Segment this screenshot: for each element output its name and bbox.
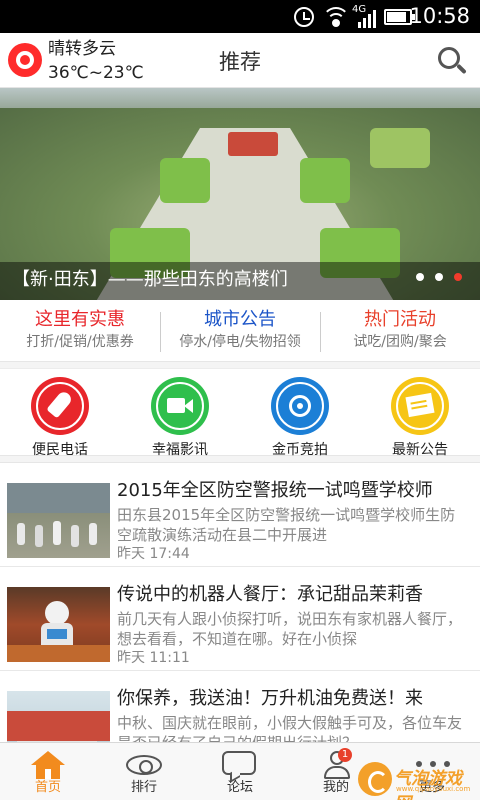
search-button[interactable] [434, 43, 470, 79]
eye-icon [126, 755, 162, 775]
news-summary: 田东县2015年全区防空警报统一试鸣暨学校师生防空疏散演练活动在县二中开展进 [117, 506, 456, 544]
quick-link-auction[interactable]: 金币竞拍 [240, 377, 360, 459]
promo-subtitle: 试吃/团购/聚会 [353, 334, 447, 350]
status-time: 10:58 [409, 4, 470, 28]
news-item[interactable]: 传说中的机器人餐厅：承记甜品茉莉香 前几天有人跟小侦探打听，说田东有家机器人餐厅… [0, 567, 480, 671]
quick-link-notices[interactable]: 最新公告 [360, 377, 480, 459]
status-bar: 4G 10:58 [0, 0, 480, 33]
watermark-icon [358, 762, 392, 796]
banner-pagination [410, 266, 462, 285]
quick-links: 便民电话 幸福影讯 金币竞拍 最新公告 [0, 368, 480, 459]
promo-title: 热门活动 [364, 309, 436, 330]
notice-icon [391, 377, 449, 435]
news-title: 2015年全区防空警报统一试鸣暨学校师 [117, 480, 433, 501]
quick-link-label: 便民电话 [32, 442, 88, 458]
tab-home[interactable]: 首页 [0, 743, 96, 800]
news-title: 传说中的机器人餐厅：承记甜品茉莉香 [117, 584, 423, 605]
news-thumbnail [7, 483, 110, 558]
tab-label: 排行 [130, 780, 157, 795]
tab-ranking[interactable]: 排行 [96, 743, 192, 800]
news-thumbnail [7, 587, 110, 662]
watermark-url: www.qipaoyouxi.com [396, 785, 471, 793]
promo-section: 这里有实惠 打折/促销/优惠券 城市公告 停水/停电/失物招领 热门活动 试吃/… [0, 300, 480, 362]
promo-deals[interactable]: 这里有实惠 打折/促销/优惠券 [0, 308, 160, 352]
battery-icon [384, 9, 415, 25]
watermark-text: 气泡游戏网 [394, 769, 462, 800]
news-item[interactable]: 2015年全区防空警报统一试鸣暨学校师 田东县2015年全区防空警报统一试鸣暨学… [0, 463, 480, 567]
watermark-logo: 气泡游戏网 www.qipaoyouxi.com [358, 760, 478, 800]
video-camera-icon [151, 377, 209, 435]
promo-city-notice[interactable]: 城市公告 停水/停电/失物招领 [160, 308, 320, 352]
promo-title: 这里有实惠 [35, 309, 125, 330]
signal-icon [358, 8, 378, 28]
page-title: 推荐 [219, 50, 261, 74]
notification-badge: 1 [338, 748, 352, 762]
tab-label: 首页 [34, 780, 61, 795]
promo-title: 城市公告 [204, 309, 276, 330]
news-time: 昨天 17:44 [117, 546, 190, 562]
news-summary: 前几天有人跟小侦探打听，说田东有家机器人餐厅，想去看看，不知道在哪。好在小侦探 [117, 610, 463, 648]
news-time: 昨天 11:11 [117, 650, 190, 666]
wifi-icon [322, 5, 350, 27]
quick-link-movies[interactable]: 幸福影讯 [120, 377, 240, 459]
coin-icon [271, 377, 329, 435]
app-header: 晴转多云 36℃~23℃ 推荐 [0, 33, 480, 88]
quick-link-label: 幸福影讯 [152, 442, 208, 458]
quick-link-phone[interactable]: 便民电话 [0, 377, 120, 459]
tab-forum[interactable]: 论坛 [192, 743, 288, 800]
rocket-icon [31, 377, 89, 435]
banner-dot-active[interactable] [454, 273, 462, 281]
promo-subtitle: 打折/促销/优惠券 [26, 334, 134, 350]
home-icon [31, 751, 65, 779]
quick-link-label: 最新公告 [392, 442, 448, 458]
news-title: 你保养，我送油！万升机油免费送！来 [117, 688, 423, 709]
promo-subtitle: 停水/停电/失物招领 [179, 334, 301, 350]
banner-dot[interactable] [415, 273, 424, 281]
promo-hot-events[interactable]: 热门活动 试吃/团购/聚会 [320, 308, 480, 352]
banner-dot[interactable] [434, 273, 443, 281]
news-list: 2015年全区防空警报统一试鸣暨学校师 田东县2015年全区防空警报统一试鸣暨学… [0, 462, 480, 754]
quick-link-label: 金币竞拍 [272, 442, 328, 458]
chat-icon [222, 751, 256, 775]
app-screen: 4G 10:58 晴转多云 36℃~23℃ 推荐 【新·田东】——那些田东的高楼… [0, 0, 480, 800]
banner-caption[interactable]: 【新·田东】——那些田东的高楼们 [12, 265, 288, 291]
alarm-icon [294, 7, 314, 27]
banner-carousel[interactable]: 【新·田东】——那些田东的高楼们 [0, 88, 480, 300]
tab-label: 论坛 [226, 780, 253, 795]
